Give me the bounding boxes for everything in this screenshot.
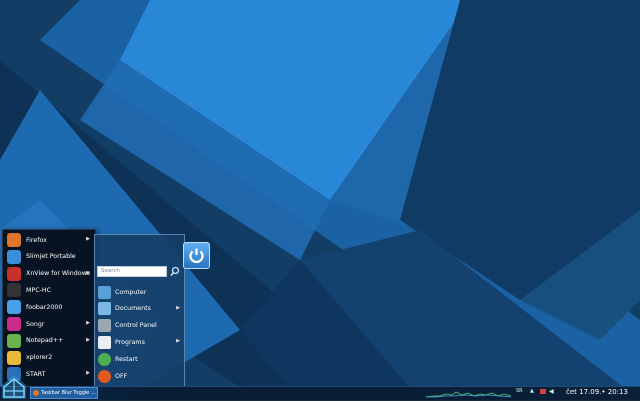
restart-icon (98, 352, 111, 366)
power-off-icon (98, 369, 111, 383)
system-item-programs[interactable]: Programs ▶ (96, 334, 183, 350)
xplorer2-icon (7, 350, 21, 365)
program-item-label: xplorer2 (26, 354, 53, 362)
system-item-restart[interactable]: Restart (96, 351, 183, 367)
program-item-label: MPC-HC (26, 286, 52, 294)
system-item-off[interactable]: OFF (96, 368, 183, 384)
program-item-slimjet-portable[interactable]: Slimjet Portable (3, 249, 95, 265)
songr-icon (7, 317, 21, 331)
program-item-label: Notepad++ (26, 337, 64, 345)
taskbar-blur-toggle-icon (33, 390, 39, 396)
slimjet-icon (7, 249, 21, 264)
notepad-plus-plus-icon (7, 333, 21, 348)
submenu-arrow-icon: ▶ (176, 338, 180, 345)
computer-icon (98, 285, 111, 299)
search-input[interactable]: Search (97, 266, 167, 277)
start-menu-programs-panel: Firefox ▶ Slimjet Portable XnView for Windo… (2, 229, 96, 387)
submenu-arrow-icon: ▶ (86, 370, 90, 377)
tray-language-indicator[interactable]: SR (516, 388, 523, 394)
program-item-label: Slimjet Portable (26, 253, 76, 261)
program-item-label: Songr (26, 320, 45, 328)
system-item-label: Restart (115, 355, 138, 363)
submenu-arrow-icon: ▶ (86, 320, 90, 326)
programs-icon (98, 335, 111, 349)
user-picture-power-orb[interactable] (183, 242, 210, 269)
program-item-mpc-hc[interactable]: MPC-HC (3, 282, 95, 298)
program-item-songr[interactable]: Songr ▶ (3, 316, 95, 332)
program-item-label: Firefox (26, 236, 47, 244)
tray-up-arrow-icon[interactable]: ▲ (530, 388, 534, 394)
start-menu-system-panel: Search Computer Documents ▶ Control Panel Pr… (94, 234, 185, 387)
mpc-hc-icon (7, 283, 21, 298)
system-item-label: Programs (115, 338, 145, 346)
tray-volume-icon[interactable]: ◀ (549, 388, 554, 395)
system-item-control-panel[interactable]: Control Panel (96, 318, 183, 334)
xnview-icon (7, 266, 21, 281)
program-item-xnview-for-windows[interactable]: XnView for Windows ▶ (3, 266, 95, 282)
program-item-notepad[interactable]: Notepad++ ▶ (3, 333, 95, 349)
foobar2000-icon (7, 300, 21, 315)
taskbar-item-label: Taskbar Blur Toggle ... (41, 390, 96, 396)
program-item-firefox[interactable]: Firefox ▶ (3, 232, 95, 248)
tray-mail-icon[interactable] (540, 389, 546, 394)
system-item-documents[interactable]: Documents ▶ (96, 301, 183, 317)
system-item-label: OFF (115, 372, 128, 380)
system-item-label: Documents (115, 305, 151, 313)
system-item-computer[interactable]: Computer (96, 284, 183, 300)
program-item-foobar2000[interactable]: foobar2000 (3, 299, 95, 315)
system-item-label: Computer (115, 288, 147, 296)
documents-icon (98, 302, 111, 316)
power-symbol-icon (189, 248, 204, 263)
submenu-arrow-icon: ▶ (86, 336, 90, 343)
program-item-label: XnView for Windows (26, 270, 91, 278)
taskbar-item-taskbar-blur-toggle[interactable]: Taskbar Blur Toggle ... (30, 387, 98, 399)
control-panel-icon (98, 319, 111, 333)
submenu-arrow-icon: ▶ (176, 304, 180, 311)
tray-clock[interactable]: čet 17.09.• 20:13 (566, 388, 628, 396)
start-button[interactable] (0, 369, 28, 400)
submenu-arrow-icon: ▶ (86, 236, 90, 242)
search-icon[interactable] (169, 266, 181, 277)
program-item-label: foobar2000 (26, 303, 63, 311)
firefox-icon (7, 233, 21, 247)
submenu-arrow-icon: ▶ (86, 269, 90, 276)
system-item-label: Control Panel (115, 322, 157, 330)
program-item-xplorer2[interactable]: xplorer2 (3, 350, 95, 366)
program-item-label: START (26, 370, 46, 378)
network-activity-graph (426, 391, 511, 398)
